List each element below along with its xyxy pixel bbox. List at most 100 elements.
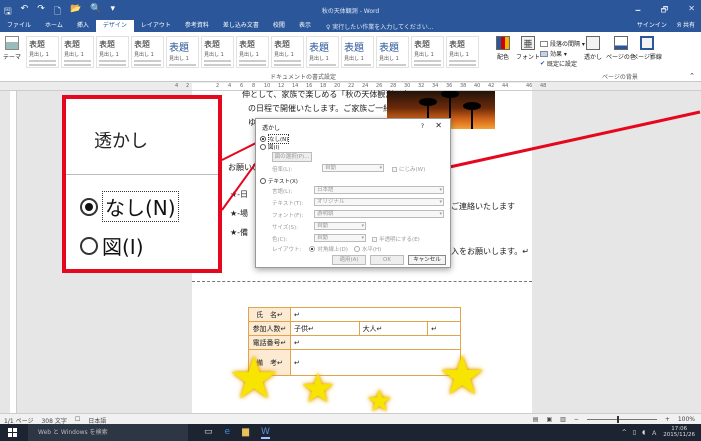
semitransparent-checkbox[interactable]: ✓ 半透明にする(E) (372, 235, 420, 243)
style-set-item[interactable]: 表題 見出し 1 (411, 36, 444, 68)
radio-empty-icon[interactable] (353, 246, 360, 252)
zoom-out-icon[interactable]: − (574, 416, 579, 423)
radio-text-label: テキスト(X) (268, 179, 298, 185)
style-set-item[interactable]: 表題 見出し 1 (166, 36, 199, 68)
style-set-item[interactable]: 表題 見出し 1 (271, 36, 304, 68)
page-borders-button[interactable]: ページ罫線 (632, 36, 662, 61)
page-color-icon (613, 36, 628, 50)
table-row: 参加人数↵ 子供↵ 大人↵ ↵ (248, 321, 461, 336)
style-set-item[interactable]: 表題 見出し 1 (201, 36, 234, 68)
bullet-date: ★-日 (230, 190, 249, 199)
style-set-item[interactable]: 表題 見出し 1 (96, 36, 129, 68)
scale-select[interactable]: 自動 (322, 164, 384, 172)
themes-button[interactable]: テーマ (3, 36, 21, 61)
tab-view[interactable]: 表示 (292, 20, 318, 32)
restore-icon[interactable]: 🗗 (661, 4, 669, 18)
style-set-item[interactable]: 表題 見出し 1 (236, 36, 269, 68)
zoom-level[interactable]: 100% (678, 416, 695, 423)
fonts-label: フォント (516, 54, 541, 61)
edge-icon[interactable]: e (225, 427, 231, 439)
style-set-heading: 表題 (134, 40, 150, 49)
star-shape[interactable]: ★ (438, 349, 486, 403)
layout-horizontal-label: 水平(H) (361, 247, 382, 253)
radio-selected-icon[interactable] (309, 246, 316, 252)
taskbar-search[interactable]: Web と Windows を検索 (28, 424, 188, 441)
colors-button[interactable]: 配色 (496, 36, 510, 61)
color-select[interactable]: 自動 (314, 234, 366, 242)
status-bar: 1/1 ページ 308 文字 ☐ 日本語 ▤ ▣ ▥ − + 100% (0, 413, 701, 425)
radio-picture[interactable]: 図(I) (260, 143, 279, 151)
ruler-number: 2 (216, 83, 220, 89)
form-cell-adults[interactable]: 大人↵ (358, 321, 429, 336)
tray-chevron-icon[interactable]: ^ (622, 429, 627, 436)
style-set-item[interactable]: 表題 見出し 1 (306, 36, 339, 68)
apply-button[interactable]: 適用(A) (332, 255, 366, 265)
font-select[interactable]: 游明朝 (314, 210, 444, 218)
volume-icon[interactable]: ◖ (642, 429, 645, 436)
language-select[interactable]: 日本語 (314, 186, 444, 194)
zoom-in-icon[interactable]: + (665, 416, 670, 423)
washout-checkbox[interactable]: ✓ にじみ(W) (392, 165, 425, 173)
tab-insert[interactable]: 挿入 (70, 20, 96, 32)
radio-picture-label: 図(I) (268, 145, 280, 151)
windows-start-icon[interactable] (8, 428, 17, 437)
tab-references[interactable]: 参考資料 (178, 20, 216, 32)
style-set-item[interactable]: 表題 見出し 1 (376, 36, 409, 68)
form-cell-children[interactable]: 子供↵ (290, 321, 360, 336)
body-line: ご連絡いたします (451, 202, 515, 211)
ruler-number: 34 (432, 83, 439, 89)
ruler-number: 42 (488, 83, 495, 89)
ime-icon[interactable]: Ａ (651, 428, 657, 437)
paragraph-spacing-icon (540, 40, 548, 47)
web-layout-icon[interactable]: ▥ (560, 416, 566, 423)
set-default-button[interactable]: ✔ 既定に設定 (540, 59, 577, 68)
help-icon[interactable]: ? (421, 123, 424, 130)
radio-text[interactable]: テキスト(X) (260, 177, 298, 185)
word-taskbar-icon[interactable]: W (260, 427, 270, 439)
tab-design[interactable]: デザイン (95, 20, 134, 32)
file-explorer-icon[interactable]: ▆ (242, 427, 249, 439)
zoom-slider[interactable] (586, 416, 657, 423)
form-cell[interactable]: ↵ (290, 335, 461, 350)
select-picture-button[interactable]: 図の選択(P)... (272, 152, 312, 162)
checkbox-icon: ✓ (372, 236, 377, 242)
ok-button[interactable]: OK (370, 255, 404, 265)
network-icon[interactable]: ▯ (633, 429, 636, 436)
cancel-button[interactable]: キャンセル (408, 255, 446, 265)
style-set-item[interactable]: 表題 見出し 1 (61, 36, 94, 68)
table-row: 備 考↵ ↵ (248, 349, 461, 376)
minimize-icon[interactable]: 🗕 (635, 4, 641, 18)
signin-link[interactable]: サインイン (637, 20, 667, 32)
close-icon[interactable]: ✕ (435, 121, 442, 130)
clock[interactable]: 17:06 2015/11/26 (663, 426, 695, 438)
tab-file[interactable]: ファイル (0, 20, 38, 32)
tab-home[interactable]: ホーム (38, 20, 70, 32)
fonts-button[interactable]: 亜 フォント (516, 36, 540, 61)
form-cell[interactable]: ↵ (427, 321, 461, 336)
tab-mailings[interactable]: 差し込み文書 (216, 20, 266, 32)
form-cell[interactable]: ↵ (290, 307, 461, 322)
tell-me-box[interactable]: ♀ 実行したい作業を入力してください... (326, 22, 434, 31)
color-label: 色(C): (272, 237, 288, 243)
read-mode-icon[interactable]: ▤ (533, 416, 539, 423)
star-shape[interactable]: ★ (300, 369, 336, 409)
effects-button[interactable]: 効果 ▾ (540, 49, 567, 58)
print-layout-icon[interactable]: ▣ (546, 416, 552, 423)
size-select[interactable]: 自動 (314, 222, 366, 230)
style-set-item[interactable]: 表題 見出し 1 (26, 36, 59, 68)
style-set-gallery: 表題 見出し 1 表題 見出し 1 表題 見出し 1 表題 見出し 1 表題 見出し 1 … (26, 36, 479, 68)
style-set-item[interactable]: 表題 見出し 1 (341, 36, 374, 68)
share-button[interactable]: Я 共有 (677, 20, 695, 32)
task-view-icon[interactable]: ▭ (204, 427, 213, 439)
text-select[interactable]: オリジナル (314, 198, 444, 206)
ruler-number: 48 (540, 83, 547, 89)
close-icon[interactable]: ✕ (688, 4, 695, 18)
watermark-button[interactable]: 透かし (584, 36, 602, 61)
tab-review[interactable]: 校閲 (266, 20, 292, 32)
collapse-ribbon-icon[interactable]: ⌃ (689, 72, 695, 80)
style-set-item[interactable]: 表題 見出し 1 (446, 36, 479, 68)
star-shape[interactable]: ★ (228, 349, 280, 407)
style-set-item[interactable]: 表題 見出し 1 (131, 36, 164, 68)
paragraph-spacing-button[interactable]: 段落の間隔 ▾ (540, 39, 585, 48)
tab-layout[interactable]: レイアウト (134, 20, 178, 32)
